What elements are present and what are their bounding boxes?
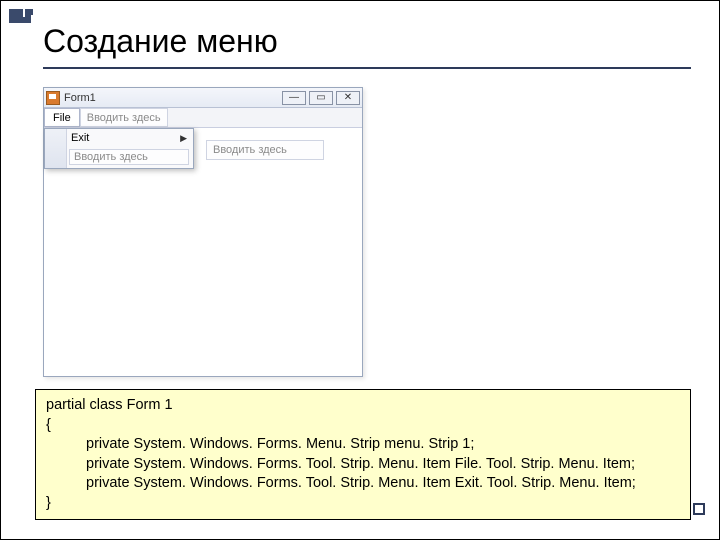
code-line: } <box>46 494 680 514</box>
dropdown-type-here[interactable]: Вводить здесь <box>69 149 189 165</box>
minimize-button[interactable]: — <box>282 91 306 105</box>
menu-file[interactable]: File <box>44 108 80 127</box>
menustrip[interactable]: File Вводить здесь <box>44 108 362 128</box>
title-underline <box>43 67 691 69</box>
code-snippet: partial class Form 1 { private System. W… <box>35 389 691 520</box>
file-dropdown: Exit ▶ Вводить здесь <box>44 128 194 169</box>
slide-corner-decoration <box>9 9 31 23</box>
code-line: private System. Windows. Forms. Menu. St… <box>46 435 680 455</box>
code-line: private System. Windows. Forms. Tool. St… <box>46 455 680 475</box>
form-icon <box>46 91 60 105</box>
window-titlebar: Form1 — ▭ ✕ <box>44 88 362 108</box>
winforms-designer-preview: Form1 — ▭ ✕ File Вводить здесь Exit ▶ Вв… <box>43 87 363 377</box>
slide-corner-marker <box>693 503 705 515</box>
slide-title: Создание меню <box>43 23 278 60</box>
code-line: private System. Windows. Forms. Tool. St… <box>46 474 680 494</box>
menu-type-here[interactable]: Вводить здесь <box>80 108 168 127</box>
code-line: partial class Form 1 <box>46 396 680 416</box>
menu-item-label: Exit <box>71 132 89 144</box>
close-button[interactable]: ✕ <box>336 91 360 105</box>
submenu-arrow-icon: ▶ <box>180 133 187 144</box>
code-line: { <box>46 416 680 436</box>
submenu-type-here[interactable]: Вводить здесь <box>206 140 324 160</box>
maximize-button[interactable]: ▭ <box>309 91 333 105</box>
menu-item-exit[interactable]: Exit ▶ <box>45 129 193 147</box>
window-title: Form1 <box>64 92 282 104</box>
